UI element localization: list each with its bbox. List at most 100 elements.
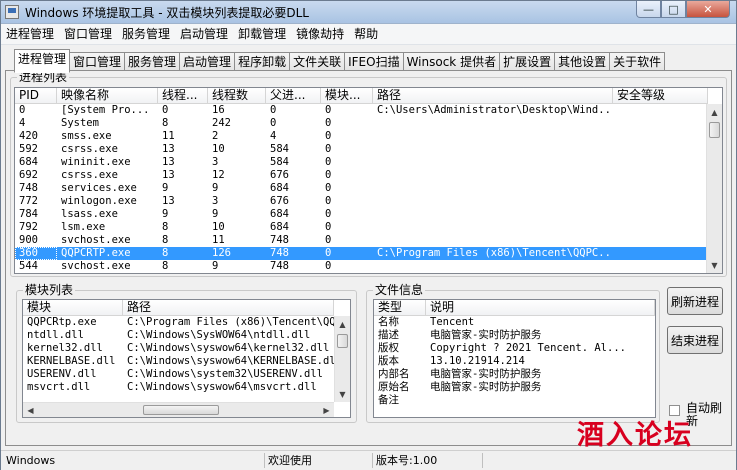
process-list-group: 进程列表 PID 映像名称 线程... 线程数 父进... 模块... 路径 安全等级 0 [S… [10, 70, 727, 277]
process-list[interactable]: PID 映像名称 线程... 线程数 父进... 模块... 路径 安全等级 0 [System… [14, 87, 723, 274]
process-cell [373, 208, 613, 221]
scroll-thumb[interactable] [709, 122, 720, 138]
module-row[interactable]: USERENV.dll C:\Windows\system32\USERENV.d… [23, 368, 334, 381]
process-cell: 748 [270, 260, 289, 272]
file-info-cell: 备注 [378, 394, 399, 406]
tab-startup[interactable]: 启动管理 [179, 52, 236, 72]
process-row[interactable]: 684 wininit.exe 13 3 584 0 [15, 156, 708, 169]
close-icon[interactable]: ✕ [686, 1, 730, 18]
process-column-header[interactable]: PID [15, 88, 57, 103]
file-info-row[interactable]: 版权 Copyright ? 2021 Tencent. Al... [374, 342, 655, 355]
process-row[interactable]: 784 lsass.exe 9 9 684 0 [15, 208, 708, 221]
process-column-header[interactable]: 路径 [373, 88, 613, 103]
tab-about[interactable]: 关于软件 [609, 52, 666, 72]
scroll-down-icon[interactable]: ▼ [335, 386, 350, 402]
process-cell: 9 [162, 182, 169, 194]
maximize-icon[interactable]: □ [661, 1, 686, 18]
scroll-thumb[interactable] [337, 334, 348, 348]
tab-winsock[interactable]: Winsock 提供者 [402, 52, 501, 72]
module-column-header[interactable]: 模块 [23, 300, 123, 315]
module-row[interactable]: KERNELBASE.dll C:\Windows\syswow64\KERNEL… [23, 355, 334, 368]
process-row[interactable]: 4 System 8 242 0 0 [15, 117, 708, 130]
menu-help[interactable]: 帮助 [349, 24, 383, 44]
module-row[interactable]: ntdll.dll C:\Windows\SysWOW64\ntdll.dll [23, 329, 334, 342]
process-column-header[interactable]: 父进... [266, 88, 321, 103]
tab-file-assoc[interactable]: 文件关联 [289, 52, 346, 72]
process-column-header[interactable]: 线程数 [208, 88, 266, 103]
file-info-cell [426, 394, 655, 407]
process-row[interactable]: 360 QQPCRTP.exe 8 126 748 0 C:\Program Files (… [15, 247, 708, 260]
process-cell: 8 [162, 260, 169, 272]
process-list-scrollbar[interactable]: ▲ ▼ [706, 104, 722, 273]
file-info-row[interactable]: 原始名 电脑管家-实时防护服务 [374, 381, 655, 394]
process-column-header[interactable]: 模块... [321, 88, 373, 103]
hscroll-thumb[interactable] [143, 405, 219, 415]
menu-process[interactable]: 进程管理 [1, 24, 59, 44]
end-process-button[interactable]: 结束进程 [667, 326, 723, 354]
process-row[interactable]: 692 csrss.exe 13 12 676 0 [15, 169, 708, 182]
process-row[interactable]: 544 svchost.exe 8 9 748 0 [15, 260, 708, 273]
file-info-row[interactable]: 版本 13.10.21914.214 [374, 355, 655, 368]
file-info-row[interactable]: 备注 [374, 394, 655, 407]
file-info-row[interactable]: 内部名 电脑管家-实时防护服务 [374, 368, 655, 381]
process-cell: 772 [19, 195, 38, 207]
process-cell [373, 169, 613, 182]
file-info-row[interactable]: 描述 电脑管家-实时防护服务 [374, 329, 655, 342]
process-cell: 684 [270, 208, 289, 220]
module-column-header[interactable]: 路径 [123, 300, 334, 315]
process-cell: lsass.exe [61, 208, 118, 220]
menu-window[interactable]: 窗口管理 [59, 24, 117, 44]
menu-startup[interactable]: 启动管理 [175, 24, 233, 44]
process-row[interactable]: 772 winlogon.exe 13 3 676 0 [15, 195, 708, 208]
scroll-down-icon[interactable]: ▼ [707, 257, 722, 273]
process-cell [613, 247, 708, 260]
tab-service[interactable]: 服务管理 [124, 52, 181, 72]
scroll-up-icon[interactable]: ▲ [707, 104, 722, 120]
title-bar[interactable]: Windows 环境提取工具 - 双击模块列表提取必要DLL — □ ✕ [1, 1, 736, 24]
file-info-row[interactable]: 名称 Tencent [374, 316, 655, 329]
file-info-cell: Tencent [430, 316, 475, 328]
process-column-header[interactable]: 线程... [158, 88, 208, 103]
menu-ifeo[interactable]: 镜像劫持 [291, 24, 349, 44]
file-info-list[interactable]: 类型 说明 名称 Tencent 描述 电脑管家-实时防护服务 版权 Copyright ?… [373, 299, 656, 418]
module-cell: ntdll.dll [27, 329, 84, 341]
process-cell [373, 143, 613, 156]
scroll-right-icon[interactable]: ▶ [319, 403, 334, 417]
tab-window[interactable]: 窗口管理 [69, 52, 126, 72]
module-list-vscrollbar[interactable]: ▲ ▼ [334, 316, 350, 402]
process-cell: 11 [162, 130, 175, 142]
minimize-icon[interactable]: — [636, 1, 661, 18]
process-row[interactable]: 900 svchost.exe 8 11 748 0 [15, 234, 708, 247]
process-row[interactable]: 420 smss.exe 11 2 4 0 [15, 130, 708, 143]
module-row[interactable]: kernel32.dll C:\Windows\syswow64\kernel32… [23, 342, 334, 355]
tab-strip: 进程管理 窗口管理 服务管理 启动管理 程序卸载 文件关联 IFEO扫描 Win… [14, 49, 666, 73]
menu-service[interactable]: 服务管理 [117, 24, 175, 44]
scroll-up-icon[interactable]: ▲ [335, 316, 350, 332]
module-list-hscrollbar[interactable]: ◀ ▶ [23, 402, 334, 417]
module-cell: C:\Windows\syswow64\msvcrt.dll [127, 381, 317, 393]
tab-process[interactable]: 进程管理 [14, 49, 71, 73]
process-cell: 748 [19, 182, 38, 194]
tab-other-settings[interactable]: 其他设置 [554, 52, 611, 72]
process-row[interactable]: 748 services.exe 9 9 684 0 [15, 182, 708, 195]
process-column-header[interactable]: 映像名称 [57, 88, 158, 103]
process-cell: 9 [212, 208, 219, 220]
process-row[interactable]: 792 lsm.exe 8 10 684 0 [15, 221, 708, 234]
refresh-process-button[interactable]: 刷新进程 [667, 287, 723, 315]
tab-ext-settings[interactable]: 扩展设置 [499, 52, 556, 72]
module-row[interactable]: QQPCRtp.exe C:\Program Files (x86)\Tencen… [23, 316, 334, 329]
file-info-column-header[interactable]: 说明 [426, 300, 655, 315]
tab-uninstall[interactable]: 程序卸载 [234, 52, 291, 72]
process-column-header[interactable]: 安全等级 [613, 88, 708, 103]
file-info-column-header[interactable]: 类型 [374, 300, 426, 315]
module-list[interactable]: 模块 路径 QQPCRtp.exe C:\Program Files (x86)\T… [22, 299, 351, 418]
process-row[interactable]: 0 [System Pro... 0 16 0 0 C:\Users\Administrat… [15, 104, 708, 117]
file-info-cell: 13.10.21914.214 [430, 355, 525, 367]
process-cell: 584 [270, 156, 289, 168]
process-row[interactable]: 592 csrss.exe 13 10 584 0 [15, 143, 708, 156]
module-row[interactable]: msvcrt.dll C:\Windows\syswow64\msvcrt.dll [23, 381, 334, 394]
menu-uninstall[interactable]: 卸载管理 [233, 24, 291, 44]
scroll-left-icon[interactable]: ◀ [23, 403, 38, 417]
process-cell: 900 [19, 234, 38, 246]
tab-ifeo-scan[interactable]: IFEO扫描 [344, 52, 404, 72]
